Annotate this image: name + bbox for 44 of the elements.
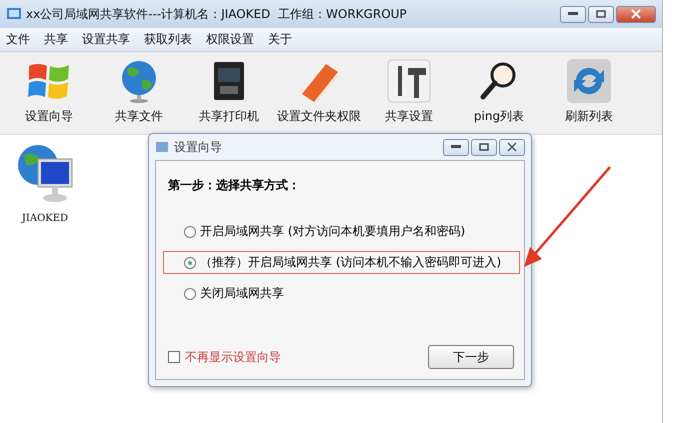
toolbar-button[interactable]: 共享设置 [364, 58, 454, 130]
toolbar-button[interactable]: 刷新列表 [544, 58, 634, 130]
menu-item[interactable]: 文件 [6, 31, 30, 48]
maximize-icon [596, 10, 606, 18]
minimize-button[interactable] [560, 6, 586, 22]
menu-item[interactable]: 获取列表 [144, 31, 192, 48]
window-title: xx公司局域网共享软件---计算机名：JIAOKED 工作组：WORKGROUP [26, 6, 408, 22]
menu-item[interactable]: 关于 [268, 31, 292, 48]
close-icon [631, 9, 641, 19]
toolbar-button[interactable]: 设置向导 [4, 58, 94, 130]
maximize-icon [479, 143, 489, 151]
close-button[interactable] [616, 6, 656, 22]
tools-icon [386, 58, 432, 104]
radio-button[interactable] [184, 256, 196, 268]
option-label[interactable]: 关闭局域网共享 [200, 285, 284, 302]
dialog-title: 设置向导 [174, 138, 223, 156]
maximize-button[interactable] [588, 6, 614, 22]
radio-option[interactable]: 关闭局域网共享 [163, 282, 520, 305]
step-heading: 第一步：选择共享方式： [168, 177, 301, 194]
refresh-icon [566, 58, 612, 104]
radio-button[interactable] [184, 288, 196, 300]
app-icon [6, 6, 22, 22]
radio-option[interactable]: 开启局域网共享 (对方访问本机要填用户名和密码) [163, 220, 520, 243]
close-button[interactable] [499, 138, 525, 156]
maximize-button[interactable] [471, 138, 497, 156]
next-button[interactable]: 下一步 [428, 345, 514, 369]
close-icon [507, 142, 517, 152]
computer-label: JIAOKED [22, 213, 68, 224]
menu-item[interactable]: 共享 [44, 31, 68, 48]
app-icon [155, 140, 169, 154]
menu-item[interactable]: 设置共享 [82, 31, 130, 48]
radio-button[interactable] [184, 226, 196, 238]
minimize-icon [568, 12, 578, 16]
option-label[interactable]: 开启局域网共享 (对方访问本机要填用户名和密码) [200, 223, 466, 240]
toolbar-button[interactable]: 共享打印机 [184, 58, 274, 130]
toolbar-button[interactable]: ping列表 [454, 58, 544, 130]
checkbox-label[interactable]: 不再显示设置向导 [185, 348, 281, 366]
minimize-button[interactable] [443, 138, 469, 156]
checkbox[interactable] [168, 351, 180, 363]
toolbar-button[interactable]: 设置文件夹权限 [274, 58, 364, 130]
minimize-icon [451, 145, 461, 149]
option-label[interactable]: （推荐）开启局域网共享 (访问本机不输入密码即可进入) [200, 254, 502, 271]
menu-item[interactable]: 权限设置 [206, 31, 254, 48]
toolbar-button[interactable]: 共享文件 [94, 58, 184, 130]
